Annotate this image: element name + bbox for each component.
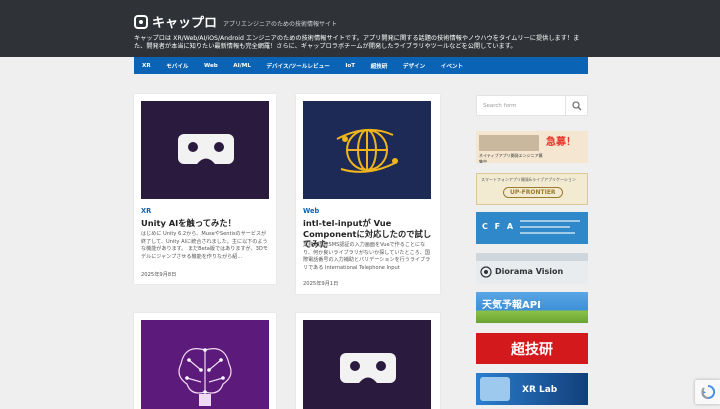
- post-excerpt: はじめに Unity 6.2から、MuseやSentisのサービスが終了して、U…: [141, 231, 268, 260]
- search-form: [476, 95, 588, 116]
- logo-icon: [134, 14, 148, 29]
- nav-item-choginken[interactable]: 超技研: [371, 62, 388, 70]
- post-date: 2025年9月1日: [303, 281, 339, 287]
- nav-item-xr[interactable]: XR: [142, 63, 151, 69]
- nav-item-ai-ml[interactable]: AI/ML: [233, 63, 251, 69]
- post-thumbnail[interactable]: [141, 320, 269, 409]
- xr-lab-banner[interactable]: XR Lab: [476, 373, 588, 405]
- banner-title: C F A: [482, 222, 516, 231]
- banner-title: Diorama Vision: [495, 267, 564, 276]
- post-card[interactable]: XR Unity AIを触ってみた！ はじめに Unity 6.2から、Muse…: [134, 94, 276, 284]
- site-tagline: アプリエンジニアのための技術情報サイト: [223, 20, 338, 28]
- nav-item-iot[interactable]: IoT: [345, 63, 355, 69]
- post-thumbnail[interactable]: [303, 101, 431, 199]
- weather-api-banner[interactable]: 天気予報API: [476, 292, 588, 323]
- banner-title: 天気予報API: [482, 300, 541, 311]
- banner-subtitle: ネイティブアプリ開発エンジニア募集中: [479, 153, 543, 163]
- post-title[interactable]: Unity AIを触ってみた！: [141, 218, 271, 229]
- nav-item-event[interactable]: イベント: [441, 62, 463, 70]
- banner-subtitle: スマートフォンアプリ開発&ライブアプリケーション: [481, 177, 576, 182]
- post-thumbnail[interactable]: [141, 101, 269, 199]
- banner-photo: [479, 135, 539, 151]
- post-category[interactable]: Web: [303, 207, 319, 215]
- banner-title: UP-FRONTIER: [503, 187, 563, 198]
- diorama-vision-banner[interactable]: Diorama Vision: [476, 253, 588, 284]
- vr-headset-icon: [178, 134, 234, 164]
- post-card[interactable]: [296, 313, 440, 409]
- banner-photo: [480, 377, 510, 401]
- post-thumbnail[interactable]: [303, 320, 431, 409]
- post-card[interactable]: Web intl-tel-inputが Vue Componentに対応したので…: [296, 94, 440, 294]
- site-logo[interactable]: キャップロ アプリエンジニアのための技術情報サイト: [134, 12, 337, 31]
- search-input[interactable]: [477, 96, 565, 115]
- post-category[interactable]: XR: [141, 207, 151, 215]
- search-icon: [571, 100, 582, 111]
- site-description: キャップロは XR/Web/AI/iOS/Android エンジニアのための技術…: [134, 35, 580, 50]
- choginken-banner[interactable]: 超技研: [476, 333, 588, 364]
- main-nav: XR モバイル Web AI/ML デバイス/ツールレビュー IoT 超技研 デ…: [134, 57, 588, 74]
- recaptcha-badge[interactable]: [695, 380, 720, 404]
- brain-icon: [178, 348, 232, 406]
- banner-title: 超技研: [511, 342, 553, 358]
- logo-text: キャップロ: [152, 16, 218, 31]
- nav-item-design[interactable]: デザイン: [403, 62, 425, 70]
- nav-item-mobile[interactable]: モバイル: [166, 62, 188, 70]
- recruit-banner[interactable]: 急募！ ネイティブアプリ開発エンジニア募集中: [476, 131, 588, 163]
- post-date: 2025年9月8日: [141, 272, 177, 278]
- search-button[interactable]: [565, 96, 587, 115]
- vr-headset-icon: [340, 353, 396, 383]
- diorama-logo-icon: [480, 266, 492, 278]
- post-card[interactable]: [134, 313, 276, 409]
- recaptcha-icon: [700, 385, 715, 399]
- banner-title: 急募！: [546, 137, 576, 148]
- nav-item-device-review[interactable]: デバイス/ツールレビュー: [266, 62, 329, 70]
- nav-item-web[interactable]: Web: [204, 63, 218, 69]
- cfa-banner[interactable]: C F A: [476, 212, 588, 244]
- up-frontier-banner[interactable]: スマートフォンアプリ開発&ライブアプリケーション UP-FRONTIER: [476, 173, 588, 205]
- site-header: キャップロ アプリエンジニアのための技術情報サイト キャップロは XR/Web/…: [0, 0, 720, 57]
- globe-icon: [336, 128, 398, 173]
- post-excerpt: 業務で国際SMS認証の入力画面をVueで作ることになり、何か良いライブラリがない…: [303, 242, 431, 271]
- banner-title: XR Lab: [522, 385, 558, 395]
